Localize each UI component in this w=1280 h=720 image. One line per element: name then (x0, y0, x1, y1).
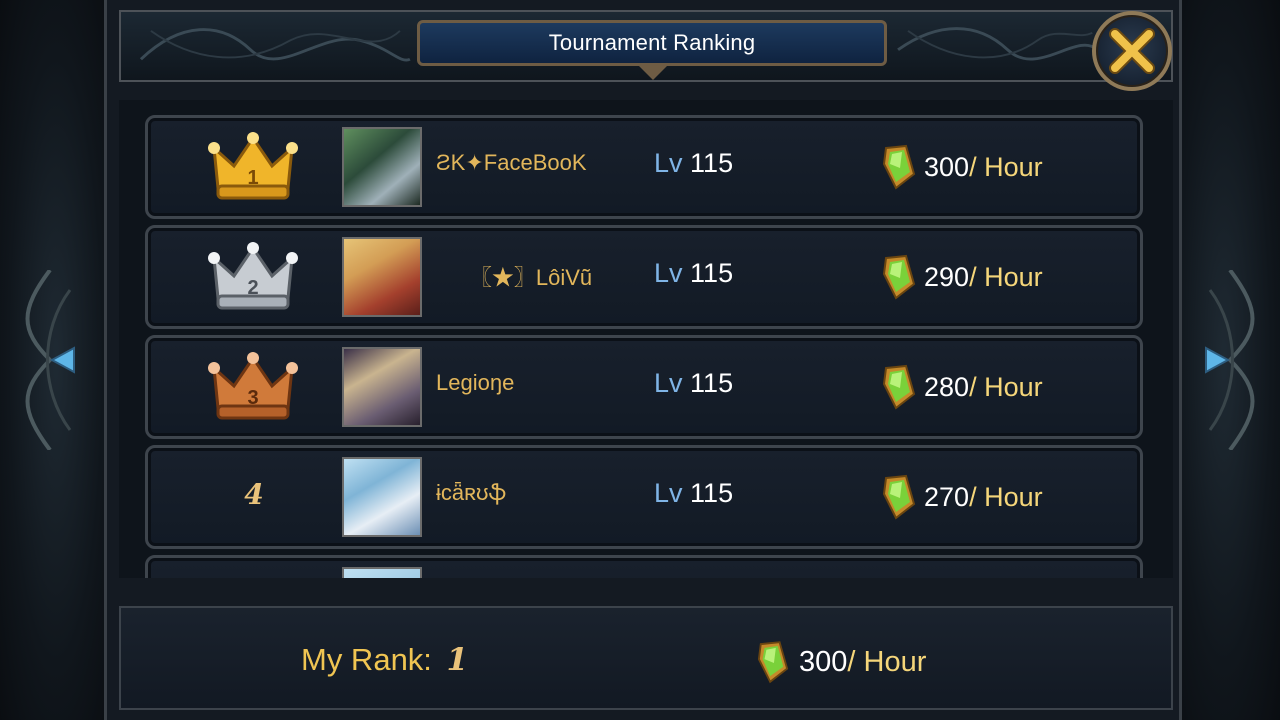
arrow-left-icon[interactable] (44, 340, 84, 380)
level-label: Lv (654, 478, 683, 508)
player-name: 〖★〗LôiVũ (469, 265, 593, 290)
rank-number: 2 (247, 277, 258, 299)
arrow-right-icon[interactable] (1196, 340, 1236, 380)
green-gem-icon (882, 144, 916, 190)
avatar[interactable] (342, 237, 422, 317)
level-label: Lv (654, 368, 683, 398)
avatar[interactable] (342, 567, 422, 578)
reward-unit: / Hour (969, 371, 1043, 402)
green-gem-icon (882, 364, 916, 410)
green-gem-icon (882, 474, 916, 520)
player-level: Lv 115 (654, 258, 733, 289)
rank-number: 3 (247, 387, 258, 409)
reward: 300 / Hour (882, 142, 1043, 192)
reward-unit: / Hour (969, 261, 1043, 292)
title-plate: Tournament Ranking (417, 20, 887, 66)
reward: 280 / Hour (882, 362, 1043, 412)
reward: 270 / Hour (882, 472, 1043, 522)
my-rank: My Rank: 1 (301, 642, 468, 678)
level-label: Lv (654, 148, 683, 178)
avatar[interactable] (342, 457, 422, 537)
reward-value: 280 (924, 371, 970, 402)
reward-value: 270 (924, 481, 970, 512)
green-gem-icon (882, 254, 916, 300)
green-gem-icon (757, 641, 789, 684)
reward-value: 290 (924, 261, 970, 292)
silver-crown-icon: 2 (208, 242, 298, 310)
rank-number: 4 (244, 478, 264, 511)
avatar[interactable] (342, 347, 422, 427)
reward-unit: / Hour (969, 481, 1043, 512)
panel-header: Tournament Ranking (119, 10, 1173, 82)
player-level: Lv 115 (654, 368, 733, 399)
title-plate-point (639, 66, 667, 80)
my-rank-bar: My Rank: 1 300 / Hour (119, 606, 1173, 710)
my-rank-value: 1 (446, 642, 469, 678)
player-level: Lv 115 (654, 478, 733, 509)
level-label: Lv (654, 258, 683, 288)
reward: 290 / Hour (882, 252, 1043, 302)
reward-unit: / Hour (847, 645, 927, 678)
reward-unit: / Hour (969, 151, 1043, 182)
player-name: ɨcǟʀʊֆ (436, 480, 507, 505)
ranking-row[interactable]: 1 ƧK✦FaceBooK Lv 115 300 / Hour (145, 115, 1143, 219)
my-reward: 300 / Hour (757, 636, 926, 688)
page-title: Tournament Ranking (548, 30, 756, 55)
level-value: 115 (690, 478, 734, 508)
ranking-row[interactable]: 2 〖★〗LôiVũ Lv 115 290 / Hour (145, 225, 1143, 329)
ranking-panel: Tournament Ranking 1 ƧK✦FaceBooK Lv 115 (104, 0, 1182, 720)
rank-number: 1 (247, 167, 258, 189)
ranking-row[interactable]: 4 ɨcǟʀʊֆ Lv 115 270 / Hour (145, 445, 1143, 549)
level-value: 115 (690, 368, 734, 398)
avatar[interactable] (342, 127, 422, 207)
level-value: 115 (690, 258, 734, 288)
close-button[interactable] (1092, 11, 1172, 91)
player-name: Legioŋe (436, 370, 515, 395)
gold-crown-icon: 1 (208, 132, 298, 200)
level-value: 115 (690, 148, 734, 178)
bronze-crown-icon: 3 (208, 352, 298, 420)
player-name: ƧK✦FaceBooK (436, 150, 587, 175)
player-level: Lv 115 (654, 148, 733, 179)
close-x-icon (1109, 28, 1155, 74)
my-rank-label: My Rank: (301, 642, 432, 677)
reward-value: 300 (924, 151, 970, 182)
ranking-row[interactable]: 3 Legioŋe Lv 115 280 / Hour (145, 335, 1143, 439)
ranking-list[interactable]: 1 ƧK✦FaceBooK Lv 115 300 / Hour 2 〖★〗Lôi… (119, 100, 1173, 578)
ranking-row[interactable] (145, 555, 1143, 578)
reward-value: 300 (799, 645, 848, 678)
